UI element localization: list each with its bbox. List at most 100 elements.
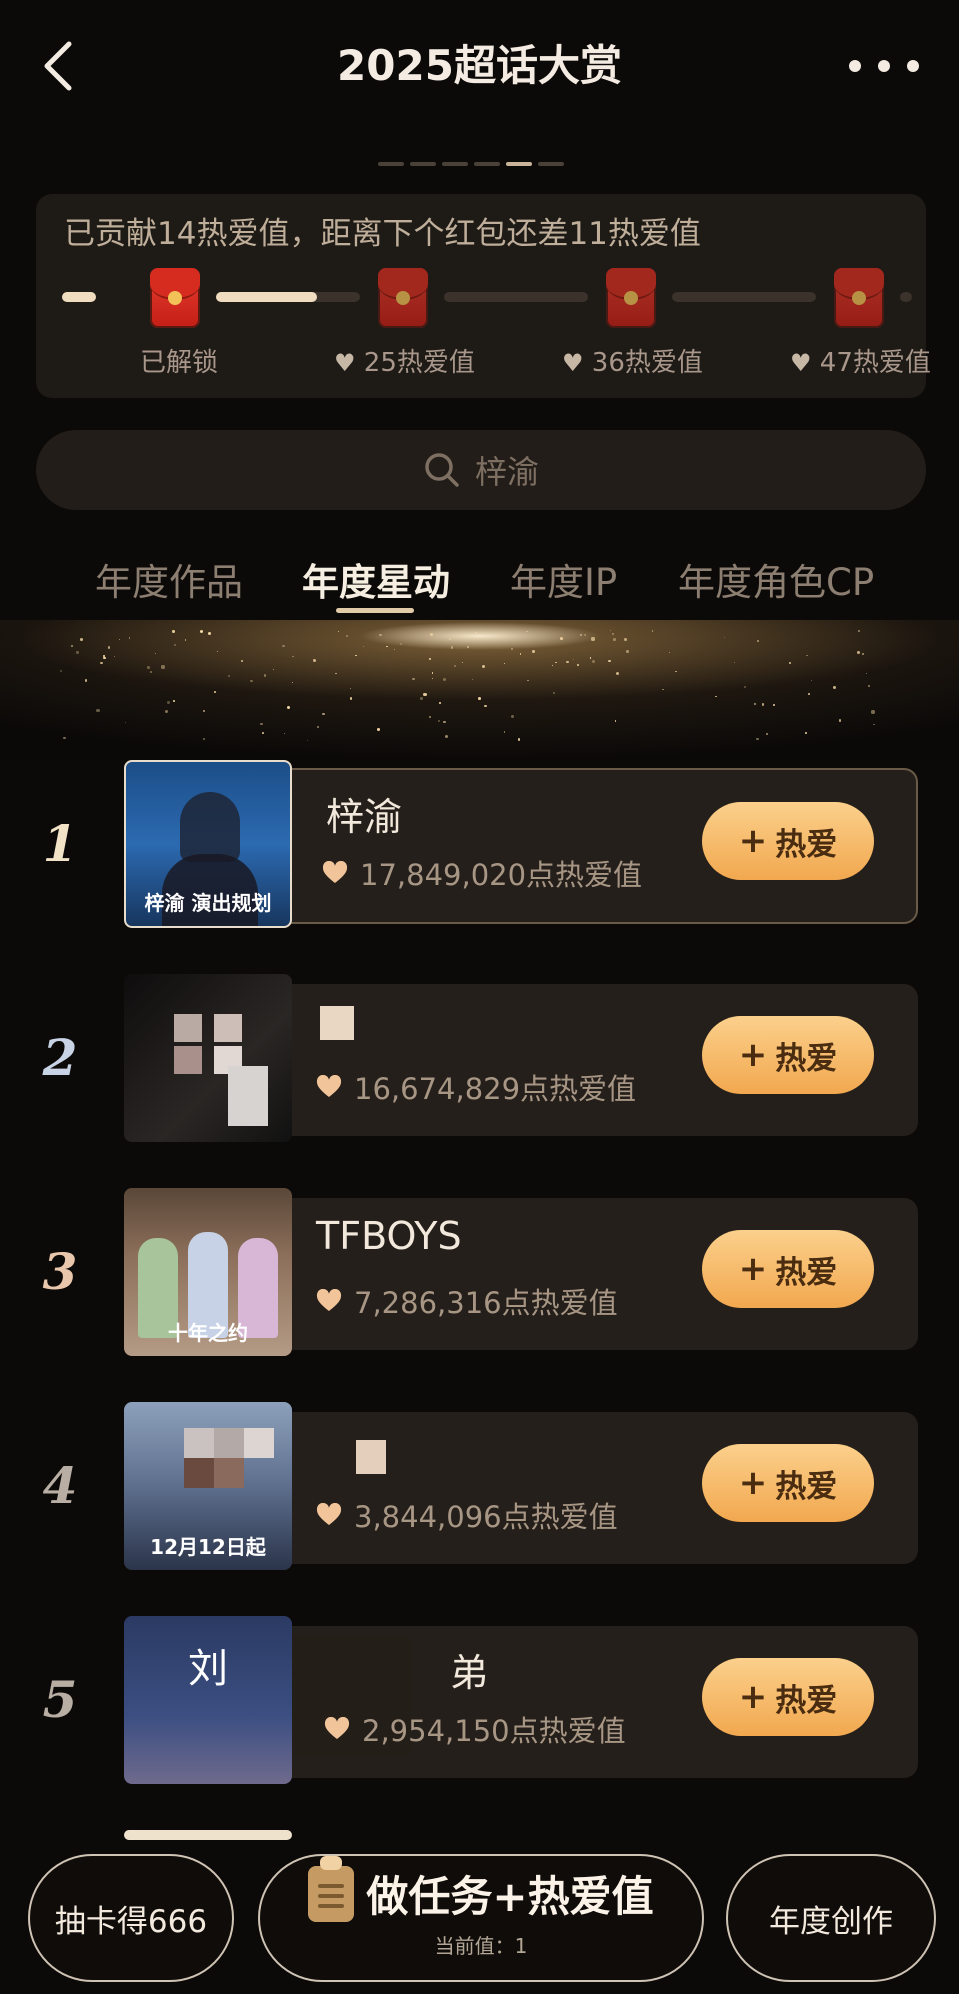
tab-annual-character-cp[interactable]: 年度角色CP: [678, 552, 874, 606]
sparkle-particle: [240, 659, 244, 663]
add-love-label: 热爱: [775, 826, 838, 863]
sparkle-particle: [519, 653, 521, 655]
rank-number: 4: [42, 1456, 78, 1515]
sparkle-particle: [806, 654, 808, 657]
love-score: 17,849,020点热爱值: [322, 852, 642, 894]
sparkle-particle: [429, 632, 434, 637]
sparkle-particle: [429, 658, 432, 661]
mosaic-block: [184, 1458, 214, 1488]
sparkle-particle: [591, 637, 595, 641]
love-score-value: 3,844,096点热爱值: [354, 1500, 618, 1534]
carousel-dot: [538, 162, 564, 166]
tab-annual-ip[interactable]: 年度IP: [510, 552, 617, 606]
milestone-value: 25热爱值: [363, 348, 475, 378]
carousel-dot: [410, 162, 436, 166]
sparkle-particle: [609, 630, 611, 632]
ranking-row[interactable]: 5 刘 弟 2,954,150点热爱值 + 热爱: [0, 1616, 959, 1786]
tab-annual-stars[interactable]: 年度星动: [302, 552, 450, 606]
sparkle-particle: [580, 634, 582, 636]
search-bar[interactable]: 梓渝: [36, 430, 926, 510]
artist-thumbnail[interactable]: 十年之约: [124, 1188, 292, 1356]
sparkle-particle: [675, 670, 677, 673]
do-tasks-button[interactable]: 做任务+热爱值 当前值：1: [258, 1854, 704, 1982]
search-icon: [425, 453, 459, 487]
mosaic-block: [174, 1046, 202, 1074]
red-envelope-icon[interactable]: [378, 268, 428, 328]
rank-number: 5: [42, 1670, 78, 1729]
sparkle-particle: [724, 636, 726, 639]
sparkle-particle: [362, 645, 365, 648]
heart-icon: ♥: [562, 349, 584, 377]
sparkle-particle: [291, 655, 294, 658]
add-love-button[interactable]: + 热爱: [702, 802, 874, 880]
sparkle-particle: [263, 674, 267, 677]
artist-thumbnail[interactable]: [124, 1830, 292, 1840]
annual-creation-button[interactable]: 年度创作: [726, 1854, 936, 1982]
add-love-button[interactable]: + 热爱: [702, 1230, 874, 1308]
ranking-row[interactable]: 2 16,674,829点热爱值 + 热爱: [0, 974, 959, 1144]
sparkle-particle: [626, 649, 630, 653]
sparkle-particle: [386, 645, 388, 648]
sparkle-particle: [474, 631, 477, 634]
sparkle-particle: [448, 638, 451, 641]
mosaic-block: [244, 1428, 274, 1458]
sparkle-particle: [203, 737, 206, 740]
task-label: 做任务+热爱值: [366, 1872, 654, 1921]
sparkle-particle: [757, 639, 760, 642]
heart-icon: [316, 1503, 342, 1525]
dot-icon: [907, 60, 919, 72]
sparkle-particle: [262, 732, 264, 734]
add-love-button[interactable]: + 热爱: [702, 1444, 874, 1522]
sparkle-particle: [511, 714, 515, 718]
reward-progress-panel: 已贡献14热爱值，距离下个红包还差11热爱值 已解锁 ♥ 25热爱值 ♥ 36热…: [36, 194, 931, 398]
milestone-value: 47热爱值: [819, 348, 931, 378]
carousel-dot: [474, 162, 500, 166]
sparkle-particle: [400, 643, 403, 646]
artist-thumbnail[interactable]: 刘: [124, 1616, 292, 1784]
ranking-row[interactable]: 1 梓渝 演出规划 梓渝 17,849,020点热爱值 + 热爱: [0, 760, 959, 930]
heart-icon: ♥: [790, 349, 812, 377]
sparkle-particle: [871, 710, 875, 714]
carousel-dot-active: [506, 162, 532, 166]
sparkle-particle: [71, 645, 73, 647]
sparkle-particle: [734, 661, 736, 663]
add-love-button[interactable]: + 热爱: [702, 1658, 874, 1736]
sparkle-particle: [420, 696, 424, 700]
red-envelope-icon[interactable]: [834, 268, 884, 328]
artist-thumbnail[interactable]: 梓渝 演出规划: [124, 760, 292, 928]
mosaic-block: [184, 1428, 214, 1458]
active-tab-indicator: [336, 608, 414, 613]
artist-thumbnail[interactable]: [124, 974, 292, 1142]
tab-annual-works[interactable]: 年度作品: [95, 552, 243, 606]
red-envelope-icon[interactable]: [150, 268, 200, 328]
ranking-row[interactable]: 4 12月12日起 3,844,096点热爱值 + 热爱: [0, 1402, 959, 1572]
add-love-button[interactable]: + 热爱: [702, 1016, 874, 1094]
sparkle-particle: [216, 650, 218, 652]
sparkle-particle: [184, 639, 187, 641]
plus-icon: +: [738, 1463, 768, 1503]
sparkle-particle: [592, 660, 596, 664]
milestone-label: ♥ 47热爱值: [790, 342, 931, 379]
sparkle-particle: [756, 737, 759, 741]
top-bar: 2025超话大赏: [0, 0, 959, 130]
sparkle-particle: [862, 652, 865, 655]
draw-card-button[interactable]: 抽卡得666: [28, 1854, 234, 1982]
love-score-value: 16,674,829点热爱值: [354, 1072, 637, 1106]
sparkle-particle: [510, 648, 513, 651]
red-envelope-icon[interactable]: [606, 268, 656, 328]
sparkle-particle: [607, 659, 611, 663]
sparkle-particle: [788, 662, 791, 664]
sparkle-particle: [503, 731, 505, 733]
artist-thumbnail[interactable]: 12月12日起: [124, 1402, 292, 1570]
ranking-row[interactable]: 3 十年之约 TFBOYS 7,286,316点热爱值 + 热爱: [0, 1188, 959, 1358]
current-value-text: 当前值：1: [434, 1934, 528, 1958]
sparkle-particle: [857, 630, 860, 632]
milestone-label: 已解锁: [140, 348, 219, 378]
carousel-dot: [442, 162, 468, 166]
sparkle-particle: [284, 733, 286, 735]
mosaic-block: [214, 1014, 242, 1042]
sparkle-particle: [517, 738, 521, 741]
sparkle-particle: [174, 643, 177, 646]
sparkle-particle: [450, 645, 454, 649]
more-options-button[interactable]: [849, 44, 919, 88]
